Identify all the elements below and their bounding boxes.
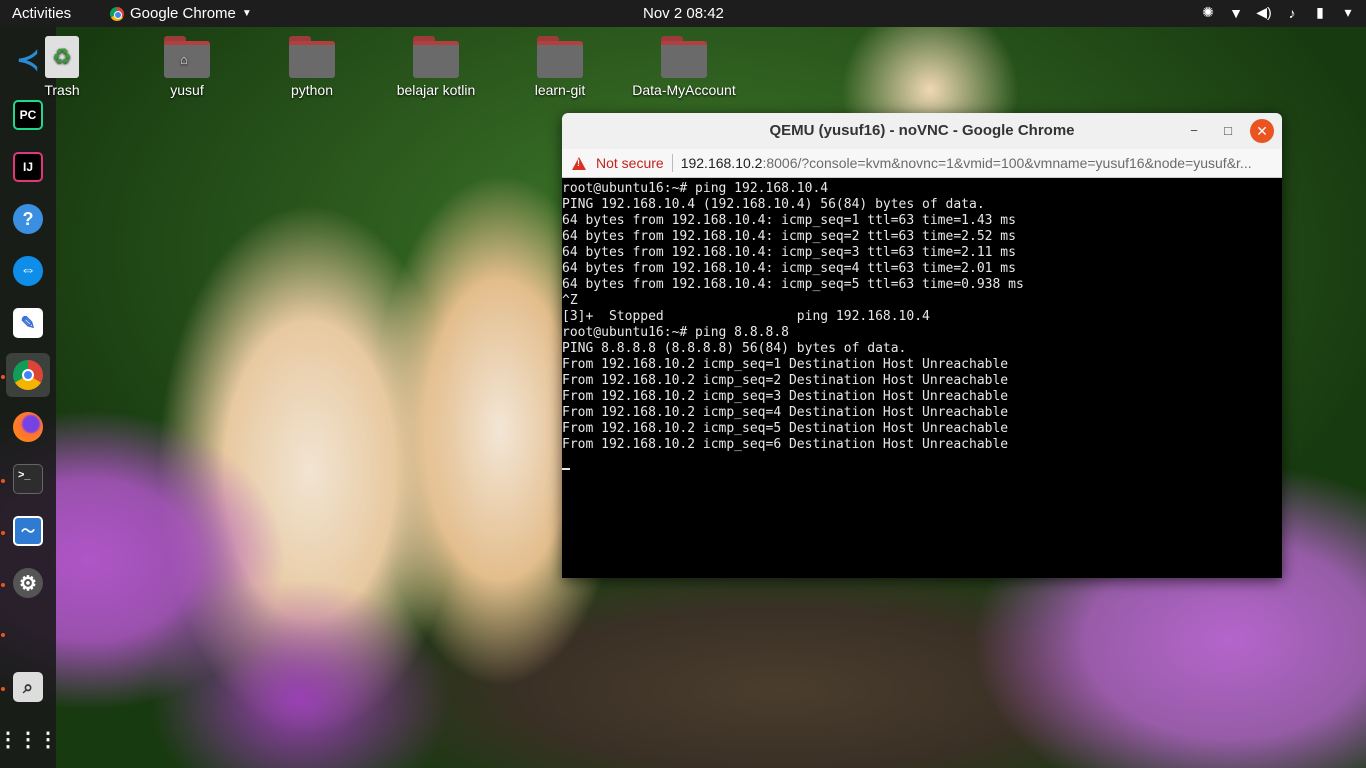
system-tray[interactable]: ✺ ▼ ◀) ♪ ▮ ▾ (1200, 4, 1356, 21)
dock-item-teamviewer[interactable]: ⇔ (6, 249, 50, 293)
window-title: QEMU (yusuf16) - noVNC - Google Chrome (769, 122, 1075, 139)
dock-item-text-editor[interactable]: ✎ (6, 301, 50, 345)
console-line: 64 bytes from 192.168.10.4: icmp_seq=4 t… (562, 261, 1016, 276)
settings-icon: ⚙ (13, 568, 43, 598)
console-line: [3]+ Stopped ping 192.168.10.4 (562, 309, 930, 324)
folder-icon (537, 36, 583, 78)
dock-item-terminal[interactable]: >_ (6, 457, 50, 501)
accessibility-icon[interactable]: ✺ (1200, 4, 1216, 21)
desktop-icon-label: yusuf (170, 82, 204, 98)
desktop-icon-label: learn-git (534, 82, 586, 98)
dock-item-help[interactable]: ? (6, 197, 50, 241)
teamviewer-icon: ⇔ (13, 256, 43, 286)
console-line: From 192.168.10.2 icmp_seq=5 Destination… (562, 421, 1009, 436)
desktop-icon-label: python (290, 82, 334, 98)
chevron-down-icon: ▼ (241, 8, 252, 19)
desktop-icon-trash[interactable]: ♻ Trash (7, 36, 117, 98)
vnc-console[interactable]: root@ubuntu16:~# ping 192.168.10.4 PING 1… (562, 178, 1282, 578)
console-line: root@ubuntu16:~# ping 192.168.10.4 (562, 181, 829, 196)
system-monitor-icon: 〜 (13, 516, 43, 546)
console-line: root@ubuntu16:~# ping 8.8.8.8 (562, 325, 789, 340)
dock-item-screenshot[interactable]: ⌕ (6, 665, 50, 709)
top-bar: Activities Google Chrome ▼ Nov 2 08:42 ✺… (0, 0, 1366, 27)
folder-icon (661, 36, 707, 78)
chrome-icon (110, 6, 124, 21)
home-folder-icon: ⌂ (164, 36, 210, 78)
security-indicator[interactable]: Not secure (596, 155, 664, 171)
console-line: 64 bytes from 192.168.10.4: icmp_seq=1 t… (562, 213, 1016, 228)
text-cursor (562, 467, 570, 470)
desktop-icon-data-myaccount[interactable]: Data-MyAccount (629, 36, 739, 98)
running-indicator (1, 633, 5, 637)
power-menu-icon[interactable]: ▾ (1340, 4, 1356, 21)
console-line: ^Z (562, 293, 578, 308)
dock-item-firefox[interactable] (6, 405, 50, 449)
running-indicator (1, 531, 5, 535)
text-editor-icon: ✎ (13, 308, 43, 338)
chrome-icon (13, 360, 43, 390)
help-icon: ? (13, 204, 43, 234)
address-bar[interactable]: Not secure 192.168.10.2:8006/?console=kv… (562, 149, 1282, 178)
running-indicator (1, 479, 5, 483)
chrome-window: QEMU (yusuf16) - noVNC - Google Chrome −… (562, 113, 1282, 578)
firefox-icon (13, 412, 43, 442)
microphone-icon[interactable]: ♪ (1284, 5, 1300, 21)
console-line: PING 8.8.8.8 (8.8.8.8) 56(84) bytes of d… (562, 341, 907, 356)
console-line: 64 bytes from 192.168.10.4: icmp_seq=5 t… (562, 277, 1024, 292)
intellij-icon: IJ (13, 152, 43, 182)
dock-item-settings[interactable]: ⚙ (6, 561, 50, 605)
console-line: From 192.168.10.2 icmp_seq=3 Destination… (562, 389, 1009, 404)
divider (671, 154, 673, 172)
app-menu[interactable]: Google Chrome ▼ (110, 5, 252, 22)
volume-icon[interactable]: ◀) (1256, 4, 1272, 21)
wifi-icon[interactable]: ▼ (1228, 5, 1244, 21)
url-path: :8006/?console=kvm&novnc=1&vmid=100&vmna… (762, 155, 1252, 171)
trash-icon: ♻ (45, 36, 79, 78)
console-line: 64 bytes from 192.168.10.4: icmp_seq=3 t… (562, 245, 1016, 260)
warning-icon (572, 156, 586, 170)
desktop-icon-label: Data-MyAccount (632, 82, 736, 98)
running-indicator (1, 687, 5, 691)
battery-icon[interactable]: ▮ (1312, 4, 1328, 21)
dock-item-pycharm[interactable]: PC (6, 93, 50, 137)
terminal-icon: >_ (13, 464, 43, 494)
pycharm-icon: PC (13, 100, 43, 130)
dock-item-system-monitor[interactable]: 〜 (6, 509, 50, 553)
console-line: From 192.168.10.2 icmp_seq=6 Destination… (562, 437, 1009, 452)
show-apps-button[interactable]: ⋮⋮⋮ (0, 717, 58, 761)
running-indicator (1, 583, 5, 587)
desktop-icon-yusuf[interactable]: ⌂ yusuf (132, 36, 242, 98)
console-line: From 192.168.10.2 icmp_seq=1 Destination… (562, 357, 1009, 372)
console-line: PING 192.168.10.4 (192.168.10.4) 56(84) … (562, 197, 985, 212)
url-host: 192.168.10.2 (680, 155, 763, 171)
clock[interactable]: Nov 2 08:42 (643, 5, 724, 22)
folder-icon (413, 36, 459, 78)
window-titlebar[interactable]: QEMU (yusuf16) - noVNC - Google Chrome −… (562, 113, 1282, 149)
desktop-icon-label: Trash (44, 82, 80, 98)
activities-button[interactable]: Activities (12, 5, 71, 22)
screenshot-icon: ⌕ (13, 672, 43, 702)
running-indicator (1, 375, 5, 379)
console-line: From 192.168.10.2 icmp_seq=2 Destination… (562, 373, 1009, 388)
dock: ≺ PC IJ ? ⇔ ✎ >_ 〜 ⚙ ⌕ ⋮⋮⋮ (0, 27, 58, 768)
desktop-icon-learn-git[interactable]: learn-git (505, 36, 615, 98)
close-button[interactable]: ✕ (1250, 119, 1274, 143)
console-line: 64 bytes from 192.168.10.4: icmp_seq=2 t… (562, 229, 1016, 244)
minimize-button[interactable]: − (1182, 119, 1206, 143)
console-line: From 192.168.10.2 icmp_seq=4 Destination… (562, 405, 1009, 420)
maximize-button[interactable]: □ (1216, 119, 1240, 143)
dock-item-intellij[interactable]: IJ (6, 145, 50, 189)
dock-item-chrome[interactable] (6, 353, 50, 397)
app-menu-label: Google Chrome (130, 5, 236, 22)
desktop-icon-belajar-kotlin[interactable]: belajar kotlin (381, 36, 491, 98)
desktop-icon-python[interactable]: python (257, 36, 367, 98)
desktop-icon-label: belajar kotlin (396, 82, 476, 98)
show-apps-icon: ⋮⋮⋮ (0, 728, 58, 751)
folder-icon (289, 36, 335, 78)
